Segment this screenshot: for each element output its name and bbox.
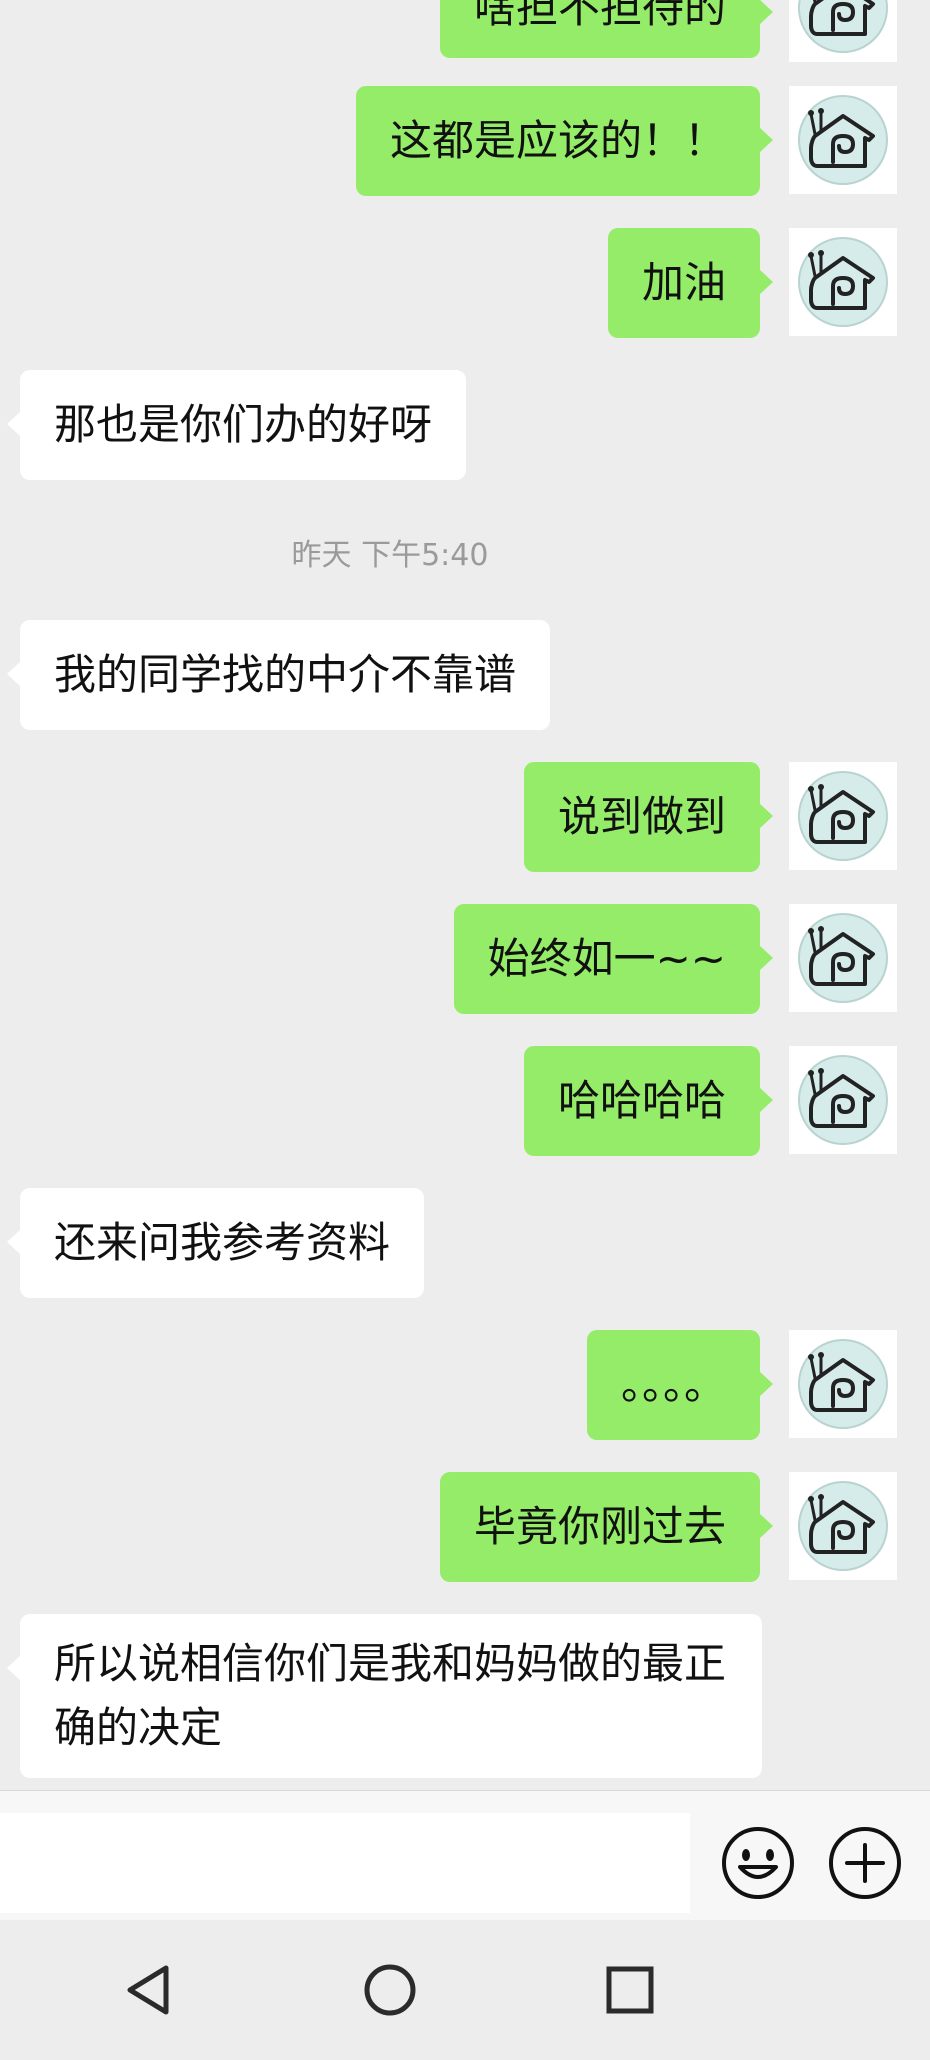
snail-house-avatar-icon <box>798 771 888 861</box>
input-toolbar <box>0 1790 930 1921</box>
snail-house-avatar-icon <box>798 1055 888 1145</box>
snail-house-avatar-icon <box>798 0 888 53</box>
message-text: 我的同学找的中介不靠谱 <box>54 650 517 699</box>
avatar[interactable] <box>789 1472 897 1580</box>
plus-circle-icon <box>829 1827 901 1899</box>
snail-house-avatar-icon <box>798 1339 888 1429</box>
message-text: 那也是你们办的好呀 <box>54 400 433 449</box>
avatar[interactable] <box>789 0 897 62</box>
snail-house-avatar-icon <box>798 1481 888 1571</box>
timestamp: 昨天 下午5:40 <box>291 538 489 573</box>
sent-message-bubble[interactable]: 说到做到 <box>523 762 774 872</box>
avatar[interactable] <box>789 904 897 1012</box>
system-nav-bar <box>0 1920 930 2060</box>
more-button[interactable] <box>827 1825 903 1901</box>
message-text: 。。。。 <box>620 1360 726 1409</box>
sent-message-bubble[interactable]: 毕竟你刚过去 <box>439 1472 774 1582</box>
square-recents-icon <box>606 1966 654 2014</box>
circle-home-icon <box>364 1964 416 2016</box>
message-text: 啥担不担待的 <box>473 0 726 32</box>
sent-message-bubble[interactable]: 哈哈哈哈 <box>523 1046 774 1156</box>
snail-house-avatar-icon <box>798 237 888 327</box>
emoji-button[interactable] <box>720 1825 796 1901</box>
avatar[interactable] <box>789 1046 897 1154</box>
sent-message-bubble[interactable]: 啥担不担待的 <box>439 0 774 58</box>
message-text: 哈哈哈哈 <box>557 1076 726 1125</box>
received-message-bubble[interactable]: 我的同学找的中介不靠谱 <box>6 620 551 730</box>
chat-area[interactable]: 啥担不担待的 这都是应该的！！ 加油 那也是你们办的好呀 昨天 下午5:40 我… <box>0 0 930 1790</box>
message-text: 始终如一~~ <box>487 934 726 983</box>
nav-home-button[interactable] <box>350 1950 430 2030</box>
message-text: 毕竟你刚过去 <box>473 1502 726 1551</box>
message-text: 所以说相信你们是我和妈妈做的最正确的决定 <box>54 1639 727 1752</box>
received-message-bubble[interactable]: 还来问我参考资料 <box>6 1188 425 1298</box>
nav-back-button[interactable] <box>110 1950 190 2030</box>
smiley-icon <box>722 1827 794 1899</box>
avatar[interactable] <box>789 228 897 336</box>
message-text: 说到做到 <box>557 792 726 841</box>
sent-message-bubble[interactable]: 。。。。 <box>586 1330 774 1440</box>
sent-message-bubble[interactable]: 这都是应该的！！ <box>355 86 774 196</box>
message-text: 这都是应该的！！ <box>389 116 726 165</box>
snail-house-avatar-icon <box>798 95 888 185</box>
nav-recents-button[interactable] <box>590 1950 670 2030</box>
avatar[interactable] <box>789 1330 897 1438</box>
message-text: 加油 <box>641 258 726 307</box>
avatar[interactable] <box>789 86 897 194</box>
message-input[interactable] <box>0 1813 690 1913</box>
sent-message-bubble[interactable]: 加油 <box>607 228 774 338</box>
sent-message-bubble[interactable]: 始终如一~~ <box>453 904 774 1014</box>
received-message-bubble[interactable]: 那也是你们办的好呀 <box>6 370 467 480</box>
triangle-back-icon <box>127 1965 169 2015</box>
snail-house-avatar-icon <box>798 913 888 1003</box>
received-message-bubble[interactable]: 所以说相信你们是我和妈妈做的最正确的决定 <box>7 1614 762 1778</box>
message-text: 还来问我参考资料 <box>54 1218 391 1267</box>
avatar[interactable] <box>789 762 897 870</box>
